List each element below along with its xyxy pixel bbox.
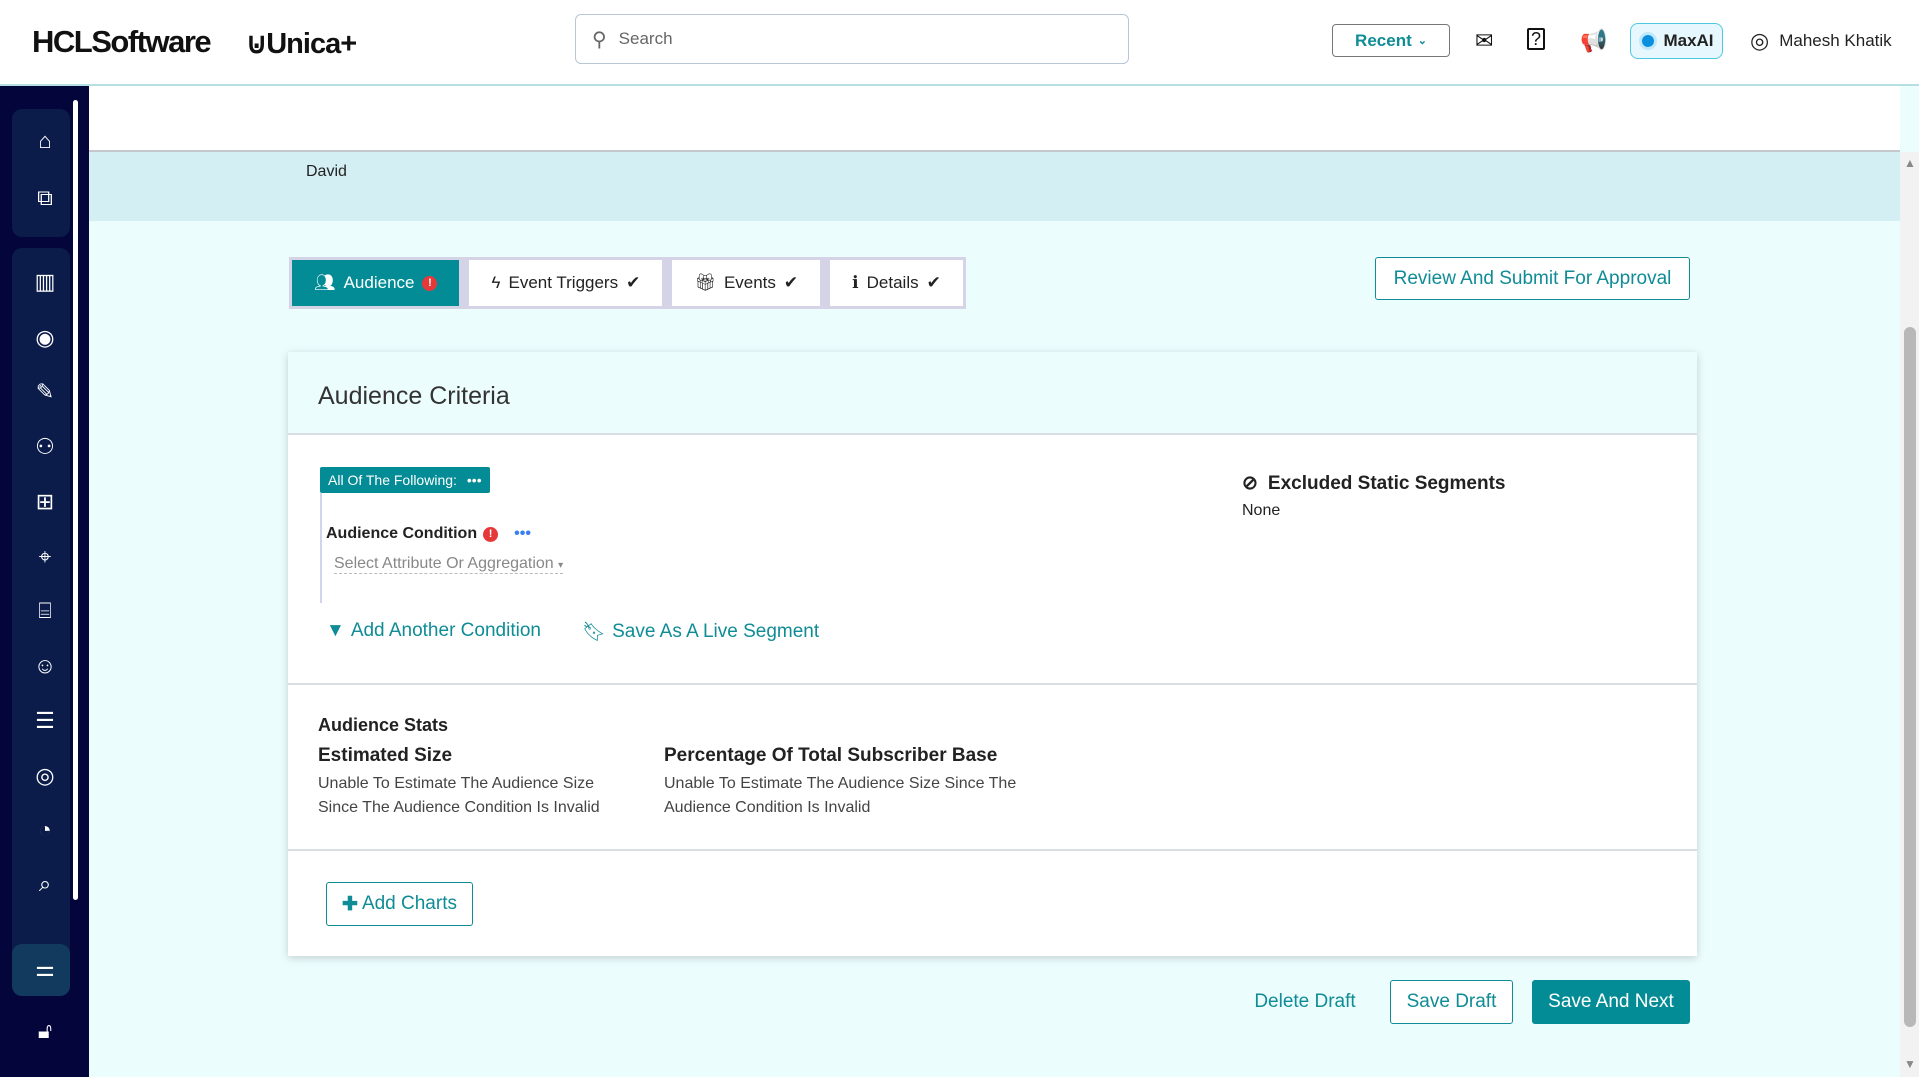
check-icon: ✔	[626, 273, 641, 292]
condition-label: Audience Condition! •••	[326, 525, 531, 543]
page-scrollbar[interactable]: ▲ ▼	[1900, 152, 1919, 1077]
mail-icon[interactable]: ✉	[1475, 28, 1493, 54]
engagement-icon[interactable]: ◔	[26, 815, 64, 845]
step-details[interactable]: ℹ Details ✔	[830, 260, 963, 306]
group-operator-button[interactable]: All Of The Following: •••	[320, 467, 490, 493]
maxai-button[interactable]: MaxAI	[1630, 23, 1723, 59]
stats-title: Audience Stats	[318, 715, 449, 735]
excluded-segments-value: None	[1242, 502, 1281, 519]
user-menu[interactable]: ◎ Mahesh Khatik	[1750, 28, 1892, 54]
unlock-icon[interactable]: 🔓︎	[26, 1016, 64, 1046]
attribute-select[interactable]: Select Attribute Or Aggregation ▾	[334, 555, 564, 574]
percentage-title: Percentage Of Total Subscriber Base	[664, 745, 998, 766]
more-icon[interactable]: •••	[514, 525, 531, 543]
info-icon: ℹ	[852, 273, 859, 292]
check-icon: ✔	[783, 273, 799, 292]
tag-icon[interactable]: ⌖	[26, 542, 64, 572]
card-title: Audience Criteria	[318, 382, 510, 410]
unica-logo-icon: ⊍	[246, 28, 267, 60]
home-icon[interactable]: ⌂	[26, 126, 64, 156]
title-band	[89, 152, 1900, 221]
search-icon: ⚲	[592, 28, 607, 51]
caret-down-icon: ▾	[558, 560, 564, 571]
bolt-icon: ϟ	[491, 273, 501, 292]
maxai-icon	[1639, 32, 1658, 50]
stepper: 👥︎ Audience! ϟ Event Triggers ✔ 🎁︎ Events ✔ ℹ…	[289, 257, 966, 309]
filters-icon[interactable]: ⚌	[26, 954, 64, 984]
add-condition-link[interactable]: ▼ Add Another Condition	[326, 620, 541, 642]
user-icon: ◎	[1750, 28, 1770, 53]
step-event-triggers[interactable]: ϟ Event Triggers ✔	[469, 260, 673, 306]
scrollbar-thumb[interactable]	[1904, 327, 1916, 1027]
save-live-segment-link[interactable]: 🔖︎ Save As A Live Segment	[582, 620, 819, 644]
scroll-down-icon[interactable]: ▼	[1904, 1057, 1916, 1071]
search-input[interactable]: ⚲ Search	[575, 14, 1129, 64]
scroll-up-icon[interactable]: ▲	[1904, 156, 1916, 170]
add-charts-button[interactable]: ✚ Add Charts	[326, 882, 473, 926]
save-draft-button[interactable]: Save Draft	[1390, 980, 1513, 1024]
card-header: Audience Criteria	[288, 352, 1697, 435]
top-header: HCLSoftware ⊍Unica+ ⚲ Search Recent ⌄ ✉ ? …	[0, 0, 1919, 86]
hierarchy-icon[interactable]: ⊞	[26, 487, 64, 517]
delete-draft-button[interactable]: Delete Draft	[1240, 980, 1370, 1024]
favorites-icon[interactable]: ⧉	[26, 183, 64, 213]
divider	[288, 683, 1697, 685]
targeting-icon[interactable]: ◎	[26, 761, 64, 791]
error-icon: !	[422, 275, 438, 291]
settings-list-icon[interactable]: ☰	[26, 706, 64, 736]
users-icon: 👥︎	[314, 273, 336, 292]
content-editor-icon[interactable]: ✎	[26, 377, 64, 407]
excluded-segments-title: ⊘ Excluded Static Segments	[1242, 472, 1506, 495]
product-logo: ⊍Unica+	[246, 28, 357, 60]
filter-icon: ▼	[326, 620, 345, 641]
sidebar-scrollbar[interactable]	[73, 100, 78, 900]
audience-icon[interactable]: ⚇	[26, 432, 64, 462]
analytics-icon[interactable]: ▥	[26, 267, 64, 297]
sidebar: ⌂ ⧉ ▥ ◉ ✎ ⚇ ⊞ ⌖ ⌸ ☺ ☰ ◎ ◔ ⌕ ⚌ 🔓︎	[0, 86, 89, 1077]
save-next-button[interactable]: Save And Next	[1532, 980, 1690, 1024]
chevron-down-icon: ⌄	[1417, 35, 1427, 47]
group-connector	[320, 493, 322, 603]
insights-icon[interactable]: ⌕	[26, 869, 64, 899]
recent-dropdown[interactable]: Recent ⌄	[1332, 24, 1450, 57]
estimated-size-text: Unable To Estimate The Audience Size Sin…	[318, 775, 600, 816]
review-submit-button[interactable]: Review And Submit For Approval	[1375, 257, 1690, 300]
broadcast-icon[interactable]: ◉	[26, 323, 64, 353]
bank-icon[interactable]: ⌸	[26, 596, 64, 626]
percentage-text: Unable To Estimate The Audience Size Sin…	[664, 775, 1017, 816]
error-icon: !	[483, 526, 499, 542]
announcement-icon[interactable]: 📢	[1580, 28, 1607, 54]
more-icon[interactable]: •••	[467, 472, 482, 488]
audience-criteria-card: Audience Criteria All Of The Following: •…	[288, 352, 1697, 956]
step-audience[interactable]: 👥︎ Audience!	[292, 260, 470, 306]
bot-icon[interactable]: ☺	[26, 651, 64, 681]
bookmark-icon: 🔖︎	[582, 622, 607, 643]
gift-icon: 🎁︎	[694, 273, 716, 292]
ban-icon: ⊘	[1242, 473, 1258, 494]
brand-logo: HCLSoftware	[32, 24, 212, 59]
divider	[288, 849, 1697, 851]
page-name: David	[306, 163, 347, 180]
estimated-size-title: Estimated Size	[318, 745, 453, 766]
help-icon[interactable]: ?	[1527, 28, 1545, 50]
top-band	[89, 86, 1900, 152]
step-events[interactable]: 🎁︎ Events ✔	[672, 260, 831, 306]
plus-icon: ✚	[342, 893, 358, 915]
check-icon: ✔	[926, 273, 941, 292]
